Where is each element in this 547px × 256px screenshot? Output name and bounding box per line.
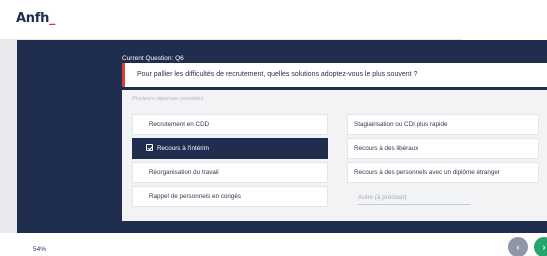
option-diplome-etranger[interactable]: Recours à des personnels avec un diplôme… bbox=[347, 162, 539, 183]
left-gutter bbox=[0, 40, 17, 233]
option-stagiairisation-cdi[interactable]: Stagiairisation ou CDI plus rapide bbox=[347, 114, 539, 135]
option-label: Recours à des libéraux bbox=[354, 145, 419, 152]
option-rappel-personnels[interactable]: Rappel de personnels en congés bbox=[132, 186, 328, 207]
option-recours-liberaux[interactable]: Recours à des libéraux bbox=[347, 138, 539, 159]
logo-text: Anfh bbox=[16, 11, 50, 26]
multiple-answers-hint: Plusieurs réponses possibles bbox=[132, 96, 204, 102]
footer: Mentions Légales et Données Personnelles… bbox=[222, 241, 462, 253]
answer-options: Plusieurs réponses possibles Recrutement… bbox=[122, 90, 547, 221]
option-label: Recours à des personnels avec un diplôme… bbox=[354, 169, 500, 176]
current-question-label: Current Question: Q6 bbox=[122, 55, 184, 62]
option-label: Recours à l'intérim bbox=[157, 145, 209, 152]
option-recours-interim[interactable]: Recours à l'intérim bbox=[132, 138, 328, 159]
chevron-right-icon: › bbox=[542, 242, 546, 252]
question-box: Pour pallier les difficultés de recrutem… bbox=[122, 63, 547, 87]
option-label: Réorganisation du travail bbox=[149, 169, 219, 176]
other-specify-input[interactable] bbox=[358, 191, 470, 205]
chevron-left-icon: ‹ bbox=[516, 242, 520, 252]
option-recrutement-cdd[interactable]: Recrutement en CDD bbox=[132, 114, 328, 135]
option-label: Rappel de personnels en congés bbox=[149, 193, 242, 200]
top-bar: Anfh_ bbox=[0, 0, 462, 40]
option-reorganisation-travail[interactable]: Réorganisation du travail bbox=[132, 162, 328, 183]
option-label: Stagiairisation ou CDI plus rapide bbox=[354, 121, 448, 128]
logo-dot: _ bbox=[49, 11, 56, 26]
progress-percent: 54% bbox=[33, 246, 47, 253]
previous-button[interactable]: ‹ bbox=[508, 237, 528, 256]
checkbox-checked-icon bbox=[146, 144, 153, 151]
next-button[interactable]: › bbox=[534, 237, 547, 256]
copyright: ANFH © 2022 bbox=[329, 247, 355, 252]
anfh-logo[interactable]: Anfh_ bbox=[16, 11, 56, 26]
option-label: Recrutement en CDD bbox=[149, 121, 210, 128]
question-text: Pour pallier les difficultés de recrutem… bbox=[137, 71, 418, 78]
